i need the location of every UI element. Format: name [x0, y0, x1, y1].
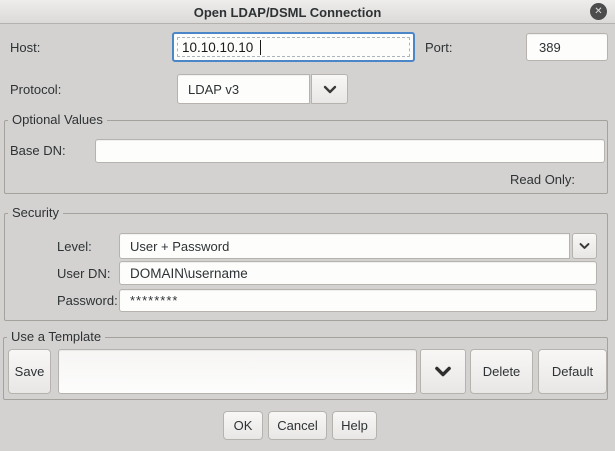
- help-button[interactable]: Help: [332, 411, 377, 440]
- chevron-down-icon: [434, 366, 452, 377]
- base-dn-label: Base DN:: [10, 143, 66, 158]
- close-icon: ✕: [594, 7, 602, 17]
- user-dn-label: User DN:: [57, 266, 110, 281]
- host-input[interactable]: [172, 32, 415, 62]
- base-dn-input[interactable]: [95, 139, 605, 163]
- chevron-down-icon: [323, 85, 337, 94]
- port-input[interactable]: [526, 33, 608, 61]
- close-button[interactable]: ✕: [590, 3, 607, 20]
- port-label: Port:: [425, 40, 452, 55]
- titlebar[interactable]: Open LDAP/DSML Connection ✕: [0, 0, 615, 24]
- protocol-dropdown-button[interactable]: [311, 74, 348, 104]
- password-input[interactable]: [119, 289, 597, 312]
- password-label: Password:: [57, 293, 118, 308]
- host-input-field[interactable]: [182, 34, 405, 60]
- save-button[interactable]: Save: [8, 349, 51, 394]
- protocol-label: Protocol:: [10, 82, 61, 97]
- ok-button[interactable]: OK: [223, 411, 263, 440]
- host-label: Host:: [10, 40, 40, 55]
- template-dropdown-button[interactable]: [420, 349, 466, 394]
- level-value: User + Password: [130, 239, 229, 254]
- security-frame-label: Security: [8, 205, 63, 220]
- dialog-title: Open LDAP/DSML Connection: [0, 0, 575, 24]
- protocol-combobox[interactable]: LDAP v3: [177, 74, 310, 104]
- user-dn-input[interactable]: [119, 261, 597, 285]
- read-only-label: Read Only:: [510, 172, 575, 187]
- open-ldap-connection-dialog: Open LDAP/DSML Connection ✕ Host: Port: …: [0, 0, 615, 451]
- template-frame-label: Use a Template: [7, 329, 105, 344]
- protocol-value: LDAP v3: [188, 82, 239, 97]
- chevron-down-icon: [579, 242, 590, 250]
- delete-button[interactable]: Delete: [470, 349, 533, 394]
- level-dropdown-button[interactable]: [572, 233, 597, 259]
- level-combobox[interactable]: User + Password: [119, 233, 570, 259]
- cancel-button[interactable]: Cancel: [268, 411, 327, 440]
- default-button[interactable]: Default: [538, 349, 607, 394]
- optional-values-frame-label: Optional Values: [8, 112, 107, 127]
- level-label: Level:: [57, 239, 92, 254]
- template-combobox-input[interactable]: [58, 349, 417, 394]
